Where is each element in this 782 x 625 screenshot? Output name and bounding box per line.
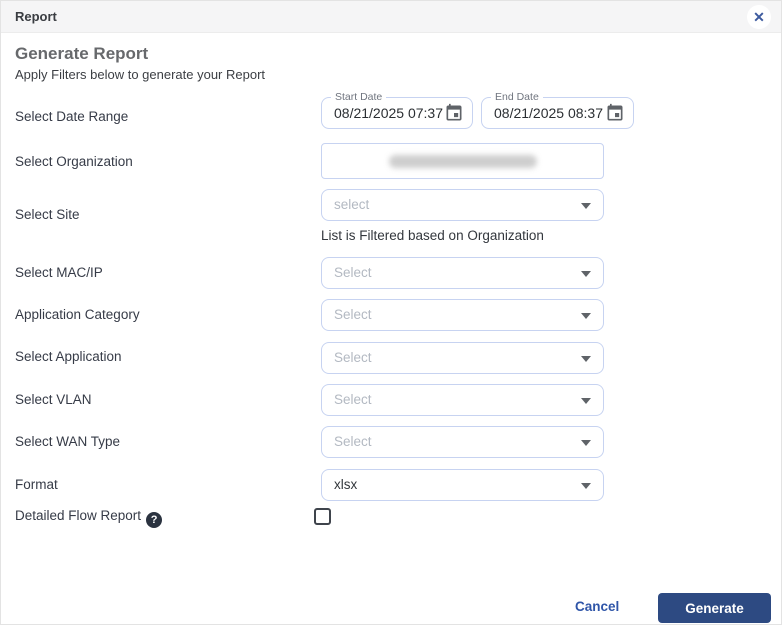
page-title: Generate Report	[15, 44, 148, 64]
start-date-field[interactable]: Start Date 08/21/2025 07:37	[321, 97, 473, 129]
chevron-down-icon	[581, 440, 591, 446]
site-helper-text: List is Filtered based on Organization	[321, 228, 544, 243]
organization-label: Select Organization	[15, 154, 133, 170]
detailed-flow-report-checkbox[interactable]	[314, 508, 331, 525]
calendar-icon[interactable]	[444, 103, 464, 123]
site-select-placeholder: select	[334, 190, 369, 220]
page-subtitle: Apply Filters below to generate your Rep…	[15, 67, 265, 82]
application-label: Select Application	[15, 349, 122, 365]
application-select[interactable]: Select	[321, 342, 604, 374]
app-category-label: Application Category	[15, 307, 140, 323]
date-range-label: Select Date Range	[15, 109, 128, 125]
end-date-field[interactable]: End Date 08/21/2025 08:37	[481, 97, 634, 129]
chevron-down-icon	[581, 271, 591, 277]
calendar-icon[interactable]	[605, 103, 625, 123]
detailed-flow-report-label-text: Detailed Flow Report	[15, 508, 141, 523]
organization-redacted-value	[389, 155, 537, 168]
mac-ip-label: Select MAC/IP	[15, 265, 103, 281]
detailed-flow-report-label: Detailed Flow Report?	[15, 508, 162, 528]
chevron-down-icon	[581, 313, 591, 319]
close-icon[interactable]: ✕	[747, 5, 771, 29]
format-select[interactable]: xlsx	[321, 469, 604, 501]
app-category-select-placeholder: Select	[334, 300, 372, 330]
chevron-down-icon	[581, 483, 591, 489]
dialog-title: Report	[15, 1, 57, 33]
mac-ip-select-placeholder: Select	[334, 258, 372, 288]
start-date-value[interactable]: 08/21/2025 07:37	[334, 98, 443, 128]
help-icon[interactable]: ?	[146, 512, 162, 528]
wan-type-select[interactable]: Select	[321, 426, 604, 458]
wan-type-select-placeholder: Select	[334, 427, 372, 457]
chevron-down-icon	[581, 356, 591, 362]
dialog-header: Report ✕	[1, 1, 781, 33]
vlan-label: Select VLAN	[15, 392, 92, 408]
vlan-select-placeholder: Select	[334, 385, 372, 415]
end-date-value[interactable]: 08/21/2025 08:37	[494, 98, 603, 128]
report-dialog: Report ✕ Generate Report Apply Filters b…	[0, 0, 782, 625]
chevron-down-icon	[581, 203, 591, 209]
chevron-down-icon	[581, 398, 591, 404]
format-label: Format	[15, 477, 58, 493]
format-select-value: xlsx	[334, 470, 357, 500]
cancel-button[interactable]: Cancel	[575, 599, 619, 614]
site-label: Select Site	[15, 207, 80, 223]
application-select-placeholder: Select	[334, 343, 372, 373]
organization-input[interactable]	[321, 143, 604, 179]
app-category-select[interactable]: Select	[321, 299, 604, 331]
vlan-select[interactable]: Select	[321, 384, 604, 416]
mac-ip-select[interactable]: Select	[321, 257, 604, 289]
wan-type-label: Select WAN Type	[15, 434, 120, 450]
site-select[interactable]: select	[321, 189, 604, 221]
generate-button[interactable]: Generate	[658, 593, 771, 623]
